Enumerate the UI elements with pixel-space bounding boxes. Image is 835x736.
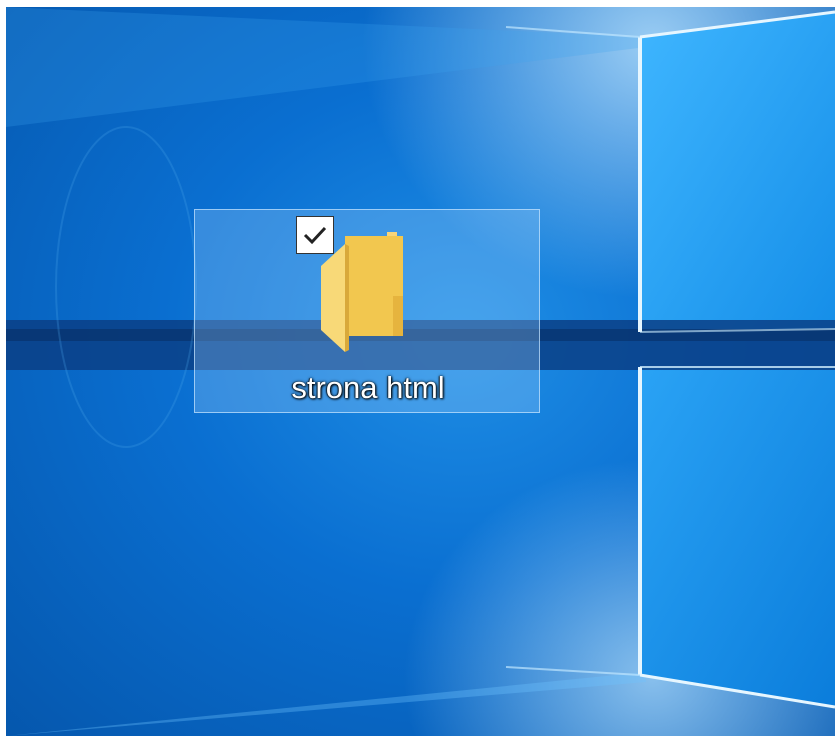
desktop-icon-folder[interactable]: strona html — [194, 209, 540, 413]
folder-label: strona html — [291, 370, 445, 405]
folder-icon — [321, 232, 403, 352]
desktop[interactable]: strona html — [6, 7, 835, 736]
screenshot-frame: strona html — [0, 0, 835, 736]
